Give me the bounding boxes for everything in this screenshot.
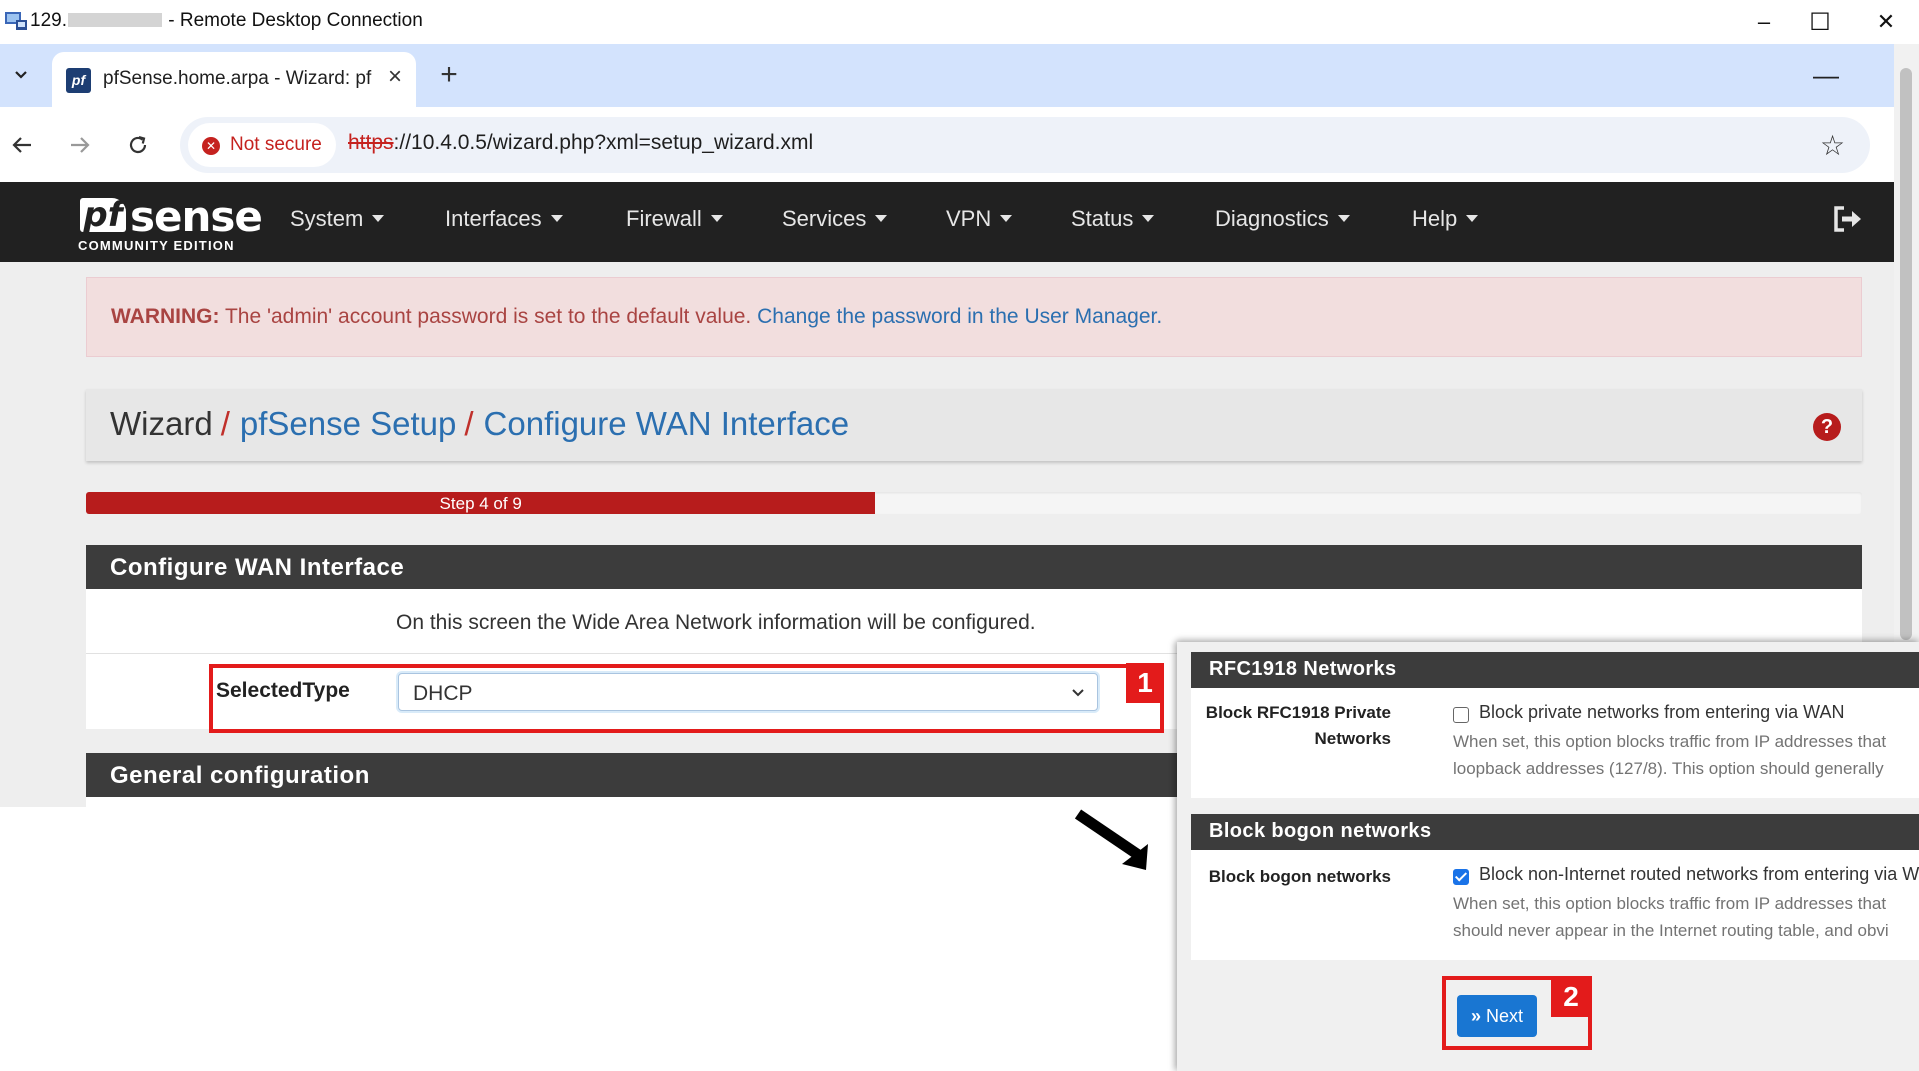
warning-x-icon: ✕ [202, 137, 220, 155]
wan-description: On this screen the Wide Area Network inf… [396, 611, 1036, 634]
wan-panel-heading: Configure WAN Interface [86, 545, 1862, 589]
rdp-window-title: 129. - Remote Desktop Connection [30, 10, 423, 31]
rfc1918-panel-heading: RFC1918 Networks [1191, 652, 1919, 688]
general-config-panel-title: General configuration [110, 762, 370, 789]
menu-interfaces[interactable]: Interfaces [445, 206, 563, 232]
breadcrumb-wizard: Wizard [110, 405, 213, 442]
menu-services[interactable]: Services [782, 206, 888, 232]
breadcrumb-pfsense-setup[interactable]: pfSense Setup [240, 405, 457, 442]
bogon-label: Block bogon networks [1208, 867, 1391, 886]
caret-down-icon [710, 215, 723, 222]
back-button[interactable] [4, 127, 40, 163]
bogon-help-text: When set, this option blocks traffic fro… [1453, 894, 1889, 940]
bogon-checkbox-text: Block non-Internet routed networks from … [1479, 864, 1919, 884]
menu-firewall[interactable]: Firewall [626, 206, 723, 232]
rdp-minimize-button[interactable]: – [1736, 0, 1792, 44]
rfc1918-checkbox[interactable] [1453, 707, 1469, 723]
pfsense-logo-mark: pf [80, 198, 126, 232]
caret-down-icon [1142, 215, 1155, 222]
address-bar[interactable]: ✕ Not secure https://10.4.0.5/wizard.php… [180, 117, 1870, 173]
tab-search-button[interactable] [6, 59, 36, 89]
menu-status[interactable]: Status [1071, 206, 1155, 232]
change-password-link[interactable]: Change the password in the User Manager. [757, 305, 1162, 328]
menu-vpn[interactable]: VPN [946, 206, 1013, 232]
caret-down-icon [372, 215, 385, 222]
caret-down-icon [1337, 215, 1350, 222]
wizard-progress-fill: Step 4 of 9 [86, 492, 876, 514]
pfsense-navbar: pf sense COMMUNITY EDITION System Interf… [0, 182, 1894, 262]
breadcrumb-separator: / [220, 405, 230, 442]
rfc1918-checkbox-text: Block private networks from entering via… [1479, 702, 1845, 722]
reload-button[interactable] [120, 127, 156, 163]
annotation-highlight-1 [209, 664, 1164, 733]
breadcrumb-panel: Wizard / pfSense Setup / Configure WAN Inter… [86, 389, 1862, 461]
bogon-panel-heading: Block bogon networks [1191, 814, 1919, 850]
not-secure-label: Not secure [230, 134, 322, 155]
browser-toolbar: ✕ Not secure https://10.4.0.5/wizard.php… [0, 107, 1919, 182]
reload-icon [129, 135, 147, 154]
menu-diagnostics[interactable]: Diagnostics [1215, 206, 1350, 232]
new-tab-button[interactable]: + [432, 58, 466, 92]
back-arrow-icon [12, 137, 31, 153]
bogon-panel-body: Block bogon networks Block non-Internet … [1191, 850, 1919, 960]
forward-button[interactable] [62, 127, 98, 163]
remote-desktop-icon [5, 12, 27, 30]
bogon-checkbox[interactable] [1453, 869, 1469, 885]
warning-text: WARNING: The 'admin' account password is… [111, 305, 1163, 328]
wizard-progress-bar: Step 4 of 9 [86, 492, 1862, 514]
breadcrumb: Wizard / pfSense Setup / Configure WAN Inter… [110, 405, 849, 443]
rfc1918-panel-body: Block RFC1918 Private Networks Block priv… [1191, 688, 1919, 798]
annotation-arrow-icon [1074, 809, 1148, 870]
page-scrollbar[interactable] [1894, 44, 1919, 644]
rfc1918-help-text: When set, this option blocks traffic fro… [1453, 732, 1887, 778]
caret-down-icon [1000, 215, 1013, 222]
pfsense-favicon-icon: pf [66, 68, 91, 93]
site-info-chip[interactable]: ✕ Not secure [188, 123, 336, 167]
scrollbar-thumb[interactable] [1900, 68, 1912, 640]
menu-help[interactable]: Help [1412, 206, 1479, 232]
breadcrumb-separator: / [464, 405, 474, 442]
annotation-badge-2: 2 [1551, 977, 1591, 1017]
bogon-panel-title: Block bogon networks [1209, 820, 1432, 842]
logout-icon[interactable] [1830, 202, 1864, 236]
rdp-close-button[interactable]: ✕ [1858, 0, 1914, 44]
wan-panel-title: Configure WAN Interface [110, 554, 405, 581]
browser-minimize-button[interactable]: — [1806, 58, 1846, 92]
annotation-badge-1: 1 [1126, 663, 1164, 703]
tab-close-icon[interactable]: × [380, 62, 410, 92]
rfc1918-label: Block RFC1918 Private Networks [1205, 703, 1391, 748]
rfc1918-panel-title: RFC1918 Networks [1209, 658, 1397, 680]
forward-arrow-icon [71, 137, 90, 153]
caret-down-icon [550, 215, 563, 222]
wizard-progress-label: Step 4 of 9 [439, 494, 522, 513]
rdp-maximize-button[interactable]: ☐ [1792, 0, 1848, 44]
browser-tab-strip: pf pfSense.home.arpa - Wizard: pf × + — [0, 44, 1919, 107]
chevron-down-icon [15, 71, 27, 79]
url-text[interactable]: https://10.4.0.5/wizard.php?xml=setup_wi… [348, 131, 813, 155]
caret-down-icon [1466, 215, 1479, 222]
pfsense-logo-text: sense [130, 192, 263, 241]
star-icon[interactable]: ☆ [1820, 129, 1845, 162]
menu-system[interactable]: System [290, 206, 385, 232]
browser-tab-active[interactable]: pf pfSense.home.arpa - Wizard: pf × [52, 52, 416, 107]
pfsense-edition-label: COMMUNITY EDITION [78, 238, 235, 253]
pfsense-logo[interactable]: pf sense COMMUNITY EDITION [78, 192, 263, 254]
help-icon[interactable]: ? [1813, 413, 1841, 441]
caret-down-icon [875, 215, 888, 222]
default-password-warning: WARNING: The 'admin' account password is… [86, 277, 1862, 357]
tab-title: pfSense.home.arpa - Wizard: pf [103, 68, 372, 89]
rdp-title-bar: 129. - Remote Desktop Connection – ☐ ✕ [0, 0, 1919, 44]
breadcrumb-configure-wan[interactable]: Configure WAN Interface [484, 405, 850, 442]
